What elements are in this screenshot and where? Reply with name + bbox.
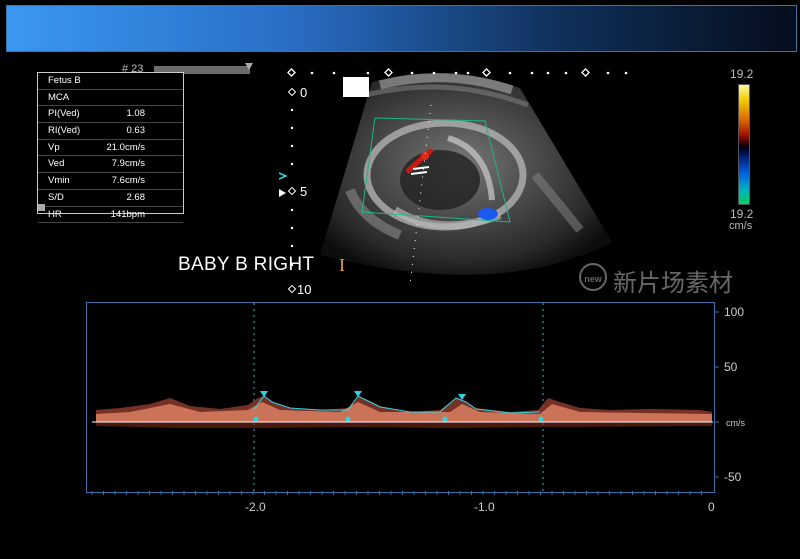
y-axis-unit: cm/s <box>726 418 745 428</box>
spectral-doppler-trace <box>91 303 719 495</box>
x-axis-label: -2.0 <box>245 500 266 514</box>
x-axis-label: -1.0 <box>474 500 495 514</box>
y-axis-label: 100 <box>724 305 745 319</box>
y-axis-label: -50 <box>724 470 742 484</box>
y-axis-label: 50 <box>724 360 738 374</box>
x-axis-label: 0 <box>708 500 715 514</box>
